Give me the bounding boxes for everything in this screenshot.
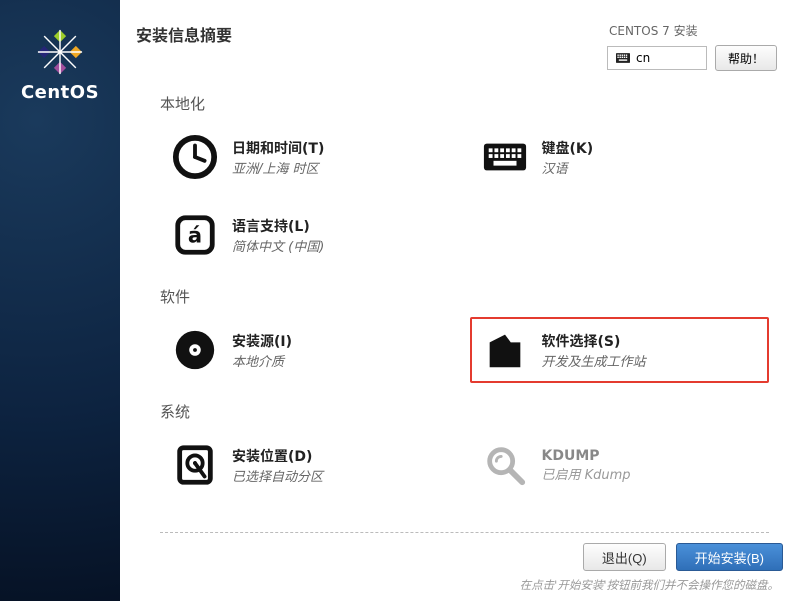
kdump-icon [482, 442, 528, 488]
harddisk-icon [172, 442, 218, 488]
installer-window: CentOS 安装信息摘要 CENTOS 7 安装 cn 帮助！ 本地化 [0, 0, 799, 601]
help-button[interactable]: 帮助！ [715, 45, 777, 71]
section-localization-title: 本地化 [160, 93, 769, 114]
footer: 退出(Q) 开始安装(B) 在点击'开始安装'按钮前我们并不会操作您的磁盘。 [120, 533, 799, 601]
quit-button[interactable]: 退出(Q) [583, 543, 666, 571]
spoke-language[interactable]: á 语言支持(L) 简体中文 (中国) [160, 202, 460, 268]
layout-code: cn [636, 51, 650, 65]
spoke-source-sub: 本地介质 [232, 351, 292, 370]
section-software-title: 软件 [160, 286, 769, 307]
brand-text: CentOS [21, 82, 99, 103]
main-panel: 安装信息摘要 CENTOS 7 安装 cn 帮助！ 本地化 [120, 0, 799, 601]
svg-text:á: á [188, 223, 202, 248]
language-icon: á [172, 212, 218, 258]
spoke-install-destination[interactable]: 安装位置(D) 已选择自动分区 [160, 432, 460, 498]
disc-icon [172, 327, 218, 373]
spoke-kdump-title: KDUMP [542, 448, 631, 464]
keyboard-layout-indicator[interactable]: cn [607, 46, 707, 70]
spoke-software-selection[interactable]: 软件选择(S) 开发及生成工作站 [470, 317, 770, 383]
spoke-keyboard-sub: 汉语 [542, 158, 594, 177]
page-title: 安装信息摘要 [136, 22, 232, 46]
centos-logo-icon [36, 28, 84, 76]
spoke-destination-sub: 已选择自动分区 [232, 466, 323, 485]
spoke-language-title: 语言支持(L) [232, 216, 324, 236]
footer-hint: 在点击'开始安装'按钮前我们并不会操作您的磁盘。 [520, 577, 783, 593]
spoke-keyboard[interactable]: 键盘(K) 汉语 [470, 124, 770, 190]
product-label: CENTOS 7 安装 [607, 22, 777, 39]
brand-logo: CentOS [21, 28, 99, 103]
spoke-datetime-sub: 亚洲/上海 时区 [232, 158, 324, 177]
spoke-kdump-sub: 已启用 Kdump [542, 464, 631, 483]
keyboard-icon [482, 134, 528, 180]
sidebar: CentOS [0, 0, 120, 601]
spoke-install-source[interactable]: 安装源(I) 本地介质 [160, 317, 460, 383]
begin-install-button[interactable]: 开始安装(B) [676, 543, 783, 571]
spoke-kdump[interactable]: KDUMP 已启用 Kdump [470, 432, 770, 498]
summary-content: 本地化 日期和时间(T) 亚洲/上海 时区 键盘(K) [120, 71, 799, 526]
keyboard-mini-icon [616, 53, 630, 63]
clock-icon [172, 134, 218, 180]
spoke-keyboard-title: 键盘(K) [542, 138, 594, 158]
topbar: 安装信息摘要 CENTOS 7 安装 cn 帮助！ [120, 0, 799, 71]
spoke-language-sub: 简体中文 (中国) [232, 236, 324, 255]
spoke-source-title: 安装源(I) [232, 331, 292, 351]
spoke-datetime[interactable]: 日期和时间(T) 亚洲/上海 时区 [160, 124, 460, 190]
section-system-title: 系统 [160, 401, 769, 422]
spoke-destination-title: 安装位置(D) [232, 446, 323, 466]
package-icon [482, 327, 528, 373]
spoke-selection-sub: 开发及生成工作站 [542, 351, 646, 370]
spoke-datetime-title: 日期和时间(T) [232, 138, 324, 158]
spoke-selection-title: 软件选择(S) [542, 331, 646, 351]
